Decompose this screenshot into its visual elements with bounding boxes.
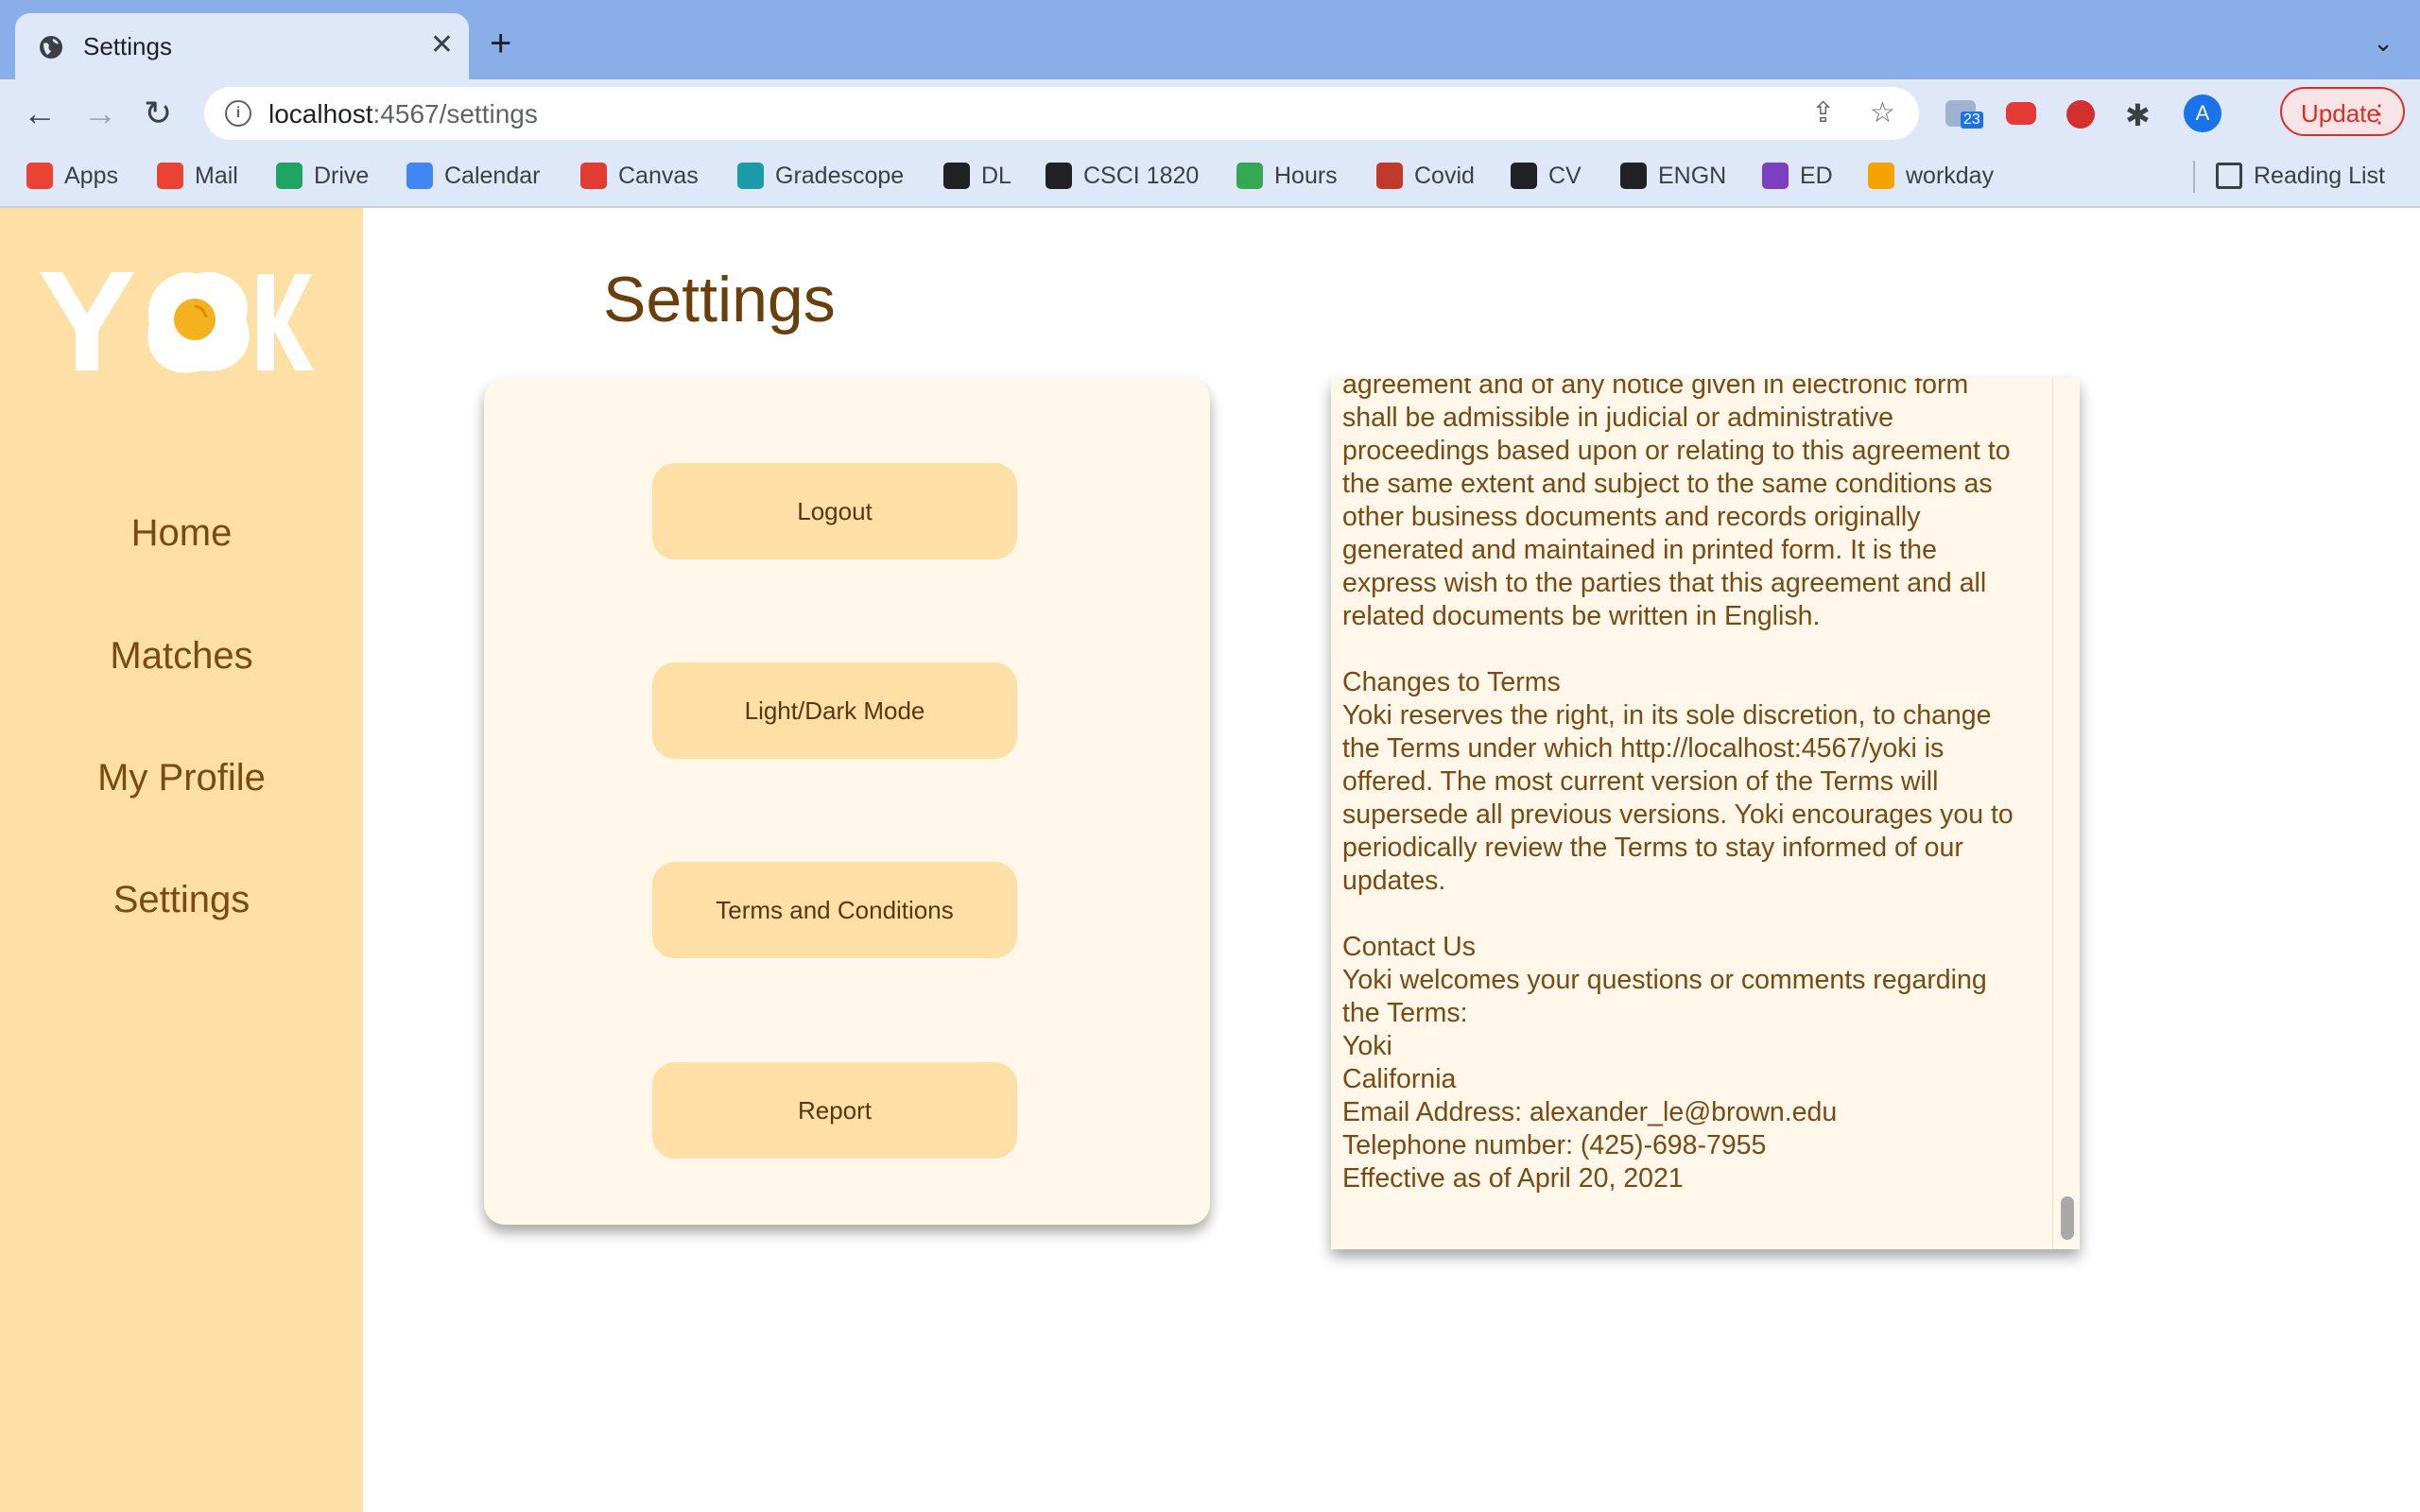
bookmark-cv[interactable]: CV: [1511, 163, 1582, 190]
tab-title: Settings: [83, 32, 172, 60]
bookmark-mail-icon: [157, 163, 183, 189]
site-info-icon[interactable]: i: [225, 100, 251, 127]
terms-and-conditions-button[interactable]: Terms and Conditions: [652, 862, 1017, 958]
bookmark-label: Drive: [314, 163, 370, 189]
bookmark-covid[interactable]: Covid: [1376, 163, 1475, 190]
terms-scrollbar-thumb[interactable]: [2061, 1196, 2074, 1240]
light-dark-mode-button[interactable]: Light/Dark Mode: [652, 662, 1017, 759]
bookmarks-bar: Reading List Apps Mail Drive Calendar Canvas…: [0, 147, 2420, 208]
menu-dots-icon[interactable]: ⋮: [2367, 89, 2392, 138]
adblock-extension-icon[interactable]: [2066, 100, 2095, 129]
bookmark-gradescope-icon: [737, 163, 764, 189]
bookmark-label: Canvas: [618, 163, 699, 189]
new-tab-button[interactable]: +: [490, 25, 511, 62]
bookmark-label: Gradescope: [775, 163, 905, 189]
report-button[interactable]: Report: [652, 1062, 1017, 1159]
mail-badge: 23: [1961, 112, 1983, 129]
bookmark-drive-icon: [276, 163, 302, 189]
youtube-extension-icon[interactable]: [2006, 102, 2036, 125]
bookmark-ed-icon: [1762, 163, 1789, 189]
bookmark-csci-1820[interactable]: CSCI 1820: [1046, 163, 1199, 190]
bookmark-csci-1820-icon: [1046, 163, 1072, 189]
reading-list-label: Reading List: [2254, 163, 2385, 189]
nav-matches[interactable]: Matches: [0, 635, 363, 678]
bookmark-cv-icon: [1511, 163, 1537, 189]
share-icon[interactable]: ⇪: [1811, 96, 1835, 129]
bookmark-label: CSCI 1820: [1083, 163, 1200, 189]
close-tab-icon[interactable]: ✕: [430, 28, 454, 62]
url-host: localhost: [268, 99, 373, 129]
bookmark-label: ENGN: [1658, 163, 1727, 189]
bookmark-star-icon[interactable]: ☆: [1870, 96, 1895, 129]
update-button[interactable]: Update ⋮: [2280, 87, 2405, 136]
terms-panel[interactable]: agreement and of any notice given in ele…: [1331, 378, 2080, 1249]
browser-tab[interactable]: Settings ✕: [15, 13, 469, 79]
reload-icon[interactable]: ↻: [144, 94, 172, 132]
bookmark-apps-icon: [26, 163, 53, 189]
forward-arrow-icon[interactable]: →: [83, 94, 117, 132]
logout-button[interactable]: Logout: [652, 463, 1017, 559]
bookmark-dl[interactable]: DL: [943, 163, 1011, 190]
back-arrow-icon[interactable]: ←: [23, 94, 57, 132]
reading-list-button[interactable]: Reading List: [2216, 163, 2385, 190]
mail-extension-icon[interactable]: 23: [1945, 100, 1983, 129]
reading-list-icon: [2216, 163, 2242, 189]
bookmark-label: CV: [1548, 163, 1582, 189]
bookmark-calendar-icon: [406, 163, 433, 189]
profile-avatar[interactable]: A: [2184, 94, 2221, 132]
browser-tabstrip: Settings ✕ + ⌄: [0, 0, 2420, 79]
bookmarks-divider: [2193, 161, 2195, 193]
bookmark-ed[interactable]: ED: [1762, 163, 1833, 190]
bookmark-workday[interactable]: workday: [1868, 163, 1994, 190]
extensions-puzzle-icon[interactable]: ✱: [2125, 96, 2151, 134]
bookmark-label: Covid: [1414, 163, 1475, 189]
bookmark-gradescope[interactable]: Gradescope: [737, 163, 904, 190]
terms-scrollbar[interactable]: [2052, 378, 2080, 1249]
yoki-logo[interactable]: [36, 265, 320, 378]
nav-settings[interactable]: Settings: [0, 879, 363, 921]
bookmark-canvas[interactable]: Canvas: [580, 163, 699, 190]
address-bar[interactable]: i localhost:4567/settings ⇪ ☆: [204, 87, 1919, 140]
bookmark-label: Calendar: [444, 163, 541, 189]
terms-text: agreement and of any notice given in ele…: [1342, 378, 2014, 1194]
nav-home[interactable]: Home: [0, 512, 363, 555]
settings-card: Logout Light/Dark Mode Terms and Conditi…: [484, 378, 1210, 1225]
bookmark-calendar[interactable]: Calendar: [406, 163, 540, 190]
sidebar: Home Matches My Profile Settings: [0, 208, 363, 1512]
page-title: Settings: [603, 264, 836, 335]
bookmark-label: Mail: [195, 163, 238, 189]
bookmark-drive[interactable]: Drive: [276, 163, 369, 190]
bookmark-dl-icon: [943, 163, 970, 189]
bookmark-engn[interactable]: ENGN: [1620, 163, 1726, 190]
bookmark-covid-icon: [1376, 163, 1403, 189]
bookmark-label: ED: [1800, 163, 1833, 189]
bookmark-label: Apps: [64, 163, 118, 189]
bookmark-label: DL: [981, 163, 1011, 189]
bookmark-workday-icon: [1868, 163, 1894, 189]
bookmark-engn-icon: [1620, 163, 1647, 189]
bookmark-label: workday: [1906, 163, 1995, 189]
bookmark-label: Hours: [1274, 163, 1338, 189]
browser-toolbar: ← → ↻ i localhost:4567/settings ⇪ ☆ 23 ✱…: [0, 79, 2420, 147]
tab-search-chevron-icon[interactable]: ⌄: [2373, 28, 2394, 58]
bookmark-canvas-icon: [580, 163, 607, 189]
url-text: localhost:4567/settings: [268, 99, 538, 129]
bookmark-mail[interactable]: Mail: [157, 163, 238, 190]
bookmark-apps[interactable]: Apps: [26, 163, 118, 190]
bookmark-hours[interactable]: Hours: [1236, 163, 1338, 190]
nav-my-profile[interactable]: My Profile: [0, 757, 363, 799]
url-path: :4567/settings: [372, 99, 538, 129]
globe-icon: [40, 36, 62, 59]
bookmark-hours-icon: [1236, 163, 1263, 189]
